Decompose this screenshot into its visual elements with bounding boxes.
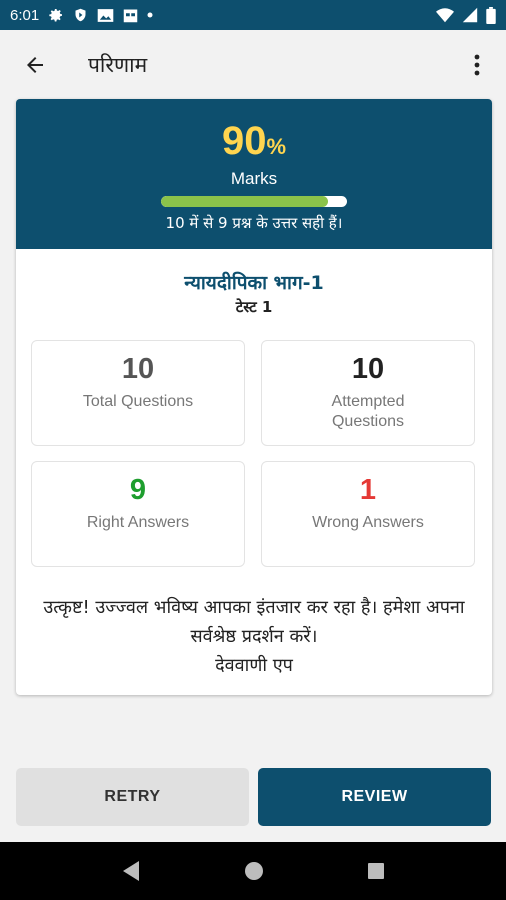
stat-wrong-value: 1 <box>359 474 377 506</box>
status-time: 6:01 <box>10 6 40 24</box>
stat-wrong-answers: 1 Wrong Answers <box>261 461 475 567</box>
stat-total-label: Total Questions <box>82 393 194 410</box>
test-name: न्यायदीपिका भाग-1 <box>184 272 324 294</box>
status-bar: 6:01 <box>0 0 506 30</box>
score-summary: 10 में से 9 प्रश्न के उत्तर सही हैं। <box>165 214 343 232</box>
stat-wrong-label: Wrong Answers <box>312 514 424 531</box>
review-button[interactable]: REVIEW <box>258 768 491 826</box>
home-circle-icon[interactable] <box>244 861 264 881</box>
more-vertical-icon <box>474 54 480 76</box>
stat-right-answers: 9 Right Answers <box>31 461 245 567</box>
shield-play-icon <box>73 7 88 23</box>
image-icon <box>97 8 114 23</box>
recents-square-icon[interactable] <box>367 862 385 880</box>
motivation-text: उत्कृष्ट! उज्ज्वल भविष्य आपका इंतजार कर … <box>43 597 465 647</box>
back-triangle-icon[interactable] <box>121 860 141 882</box>
stat-total-questions: 10 Total Questions <box>31 340 245 446</box>
signal-icon <box>462 7 478 23</box>
result-card: 90% Marks 10 में से 9 प्रश्न के उत्तर सह… <box>16 99 492 695</box>
stat-right-value: 9 <box>129 474 147 506</box>
stat-right-label: Right Answers <box>86 514 190 531</box>
stat-attempted-value: 10 <box>351 353 385 385</box>
battery-icon <box>486 6 496 24</box>
score-header: 90% Marks 10 में से 9 प्रश्न के उत्तर सह… <box>16 99 492 249</box>
score-progress-fill <box>161 196 329 207</box>
motivation-message: उत्कृष्ट! उज्ज्वल भविष्य आपका इंतजार कर … <box>30 593 478 680</box>
score-unit: % <box>266 134 287 159</box>
stat-total-value: 10 <box>121 353 155 385</box>
gear-icon <box>48 7 64 23</box>
dot-icon <box>147 12 153 18</box>
calendar-icon <box>123 8 138 23</box>
stat-attempted-label: Attempted Questions <box>331 393 405 430</box>
system-nav-bar <box>0 842 506 900</box>
app-bar: परिणाम <box>0 30 506 100</box>
marks-label: Marks <box>230 169 278 188</box>
test-subtitle: टेस्ट 1 <box>235 298 273 316</box>
more-options-button[interactable] <box>448 30 506 100</box>
retry-button[interactable]: RETRY <box>16 768 249 826</box>
wifi-icon <box>436 7 454 23</box>
stat-attempted-questions: 10 Attempted Questions <box>261 340 475 446</box>
app-signature: देववाणी एप <box>215 655 293 676</box>
score-progress-bar <box>161 196 347 207</box>
score-value: 90% <box>16 119 492 164</box>
arrow-left-icon <box>27 57 43 73</box>
back-button[interactable] <box>0 30 70 100</box>
page-title: परिणाम <box>88 53 148 77</box>
score-number: 90 <box>221 119 267 163</box>
